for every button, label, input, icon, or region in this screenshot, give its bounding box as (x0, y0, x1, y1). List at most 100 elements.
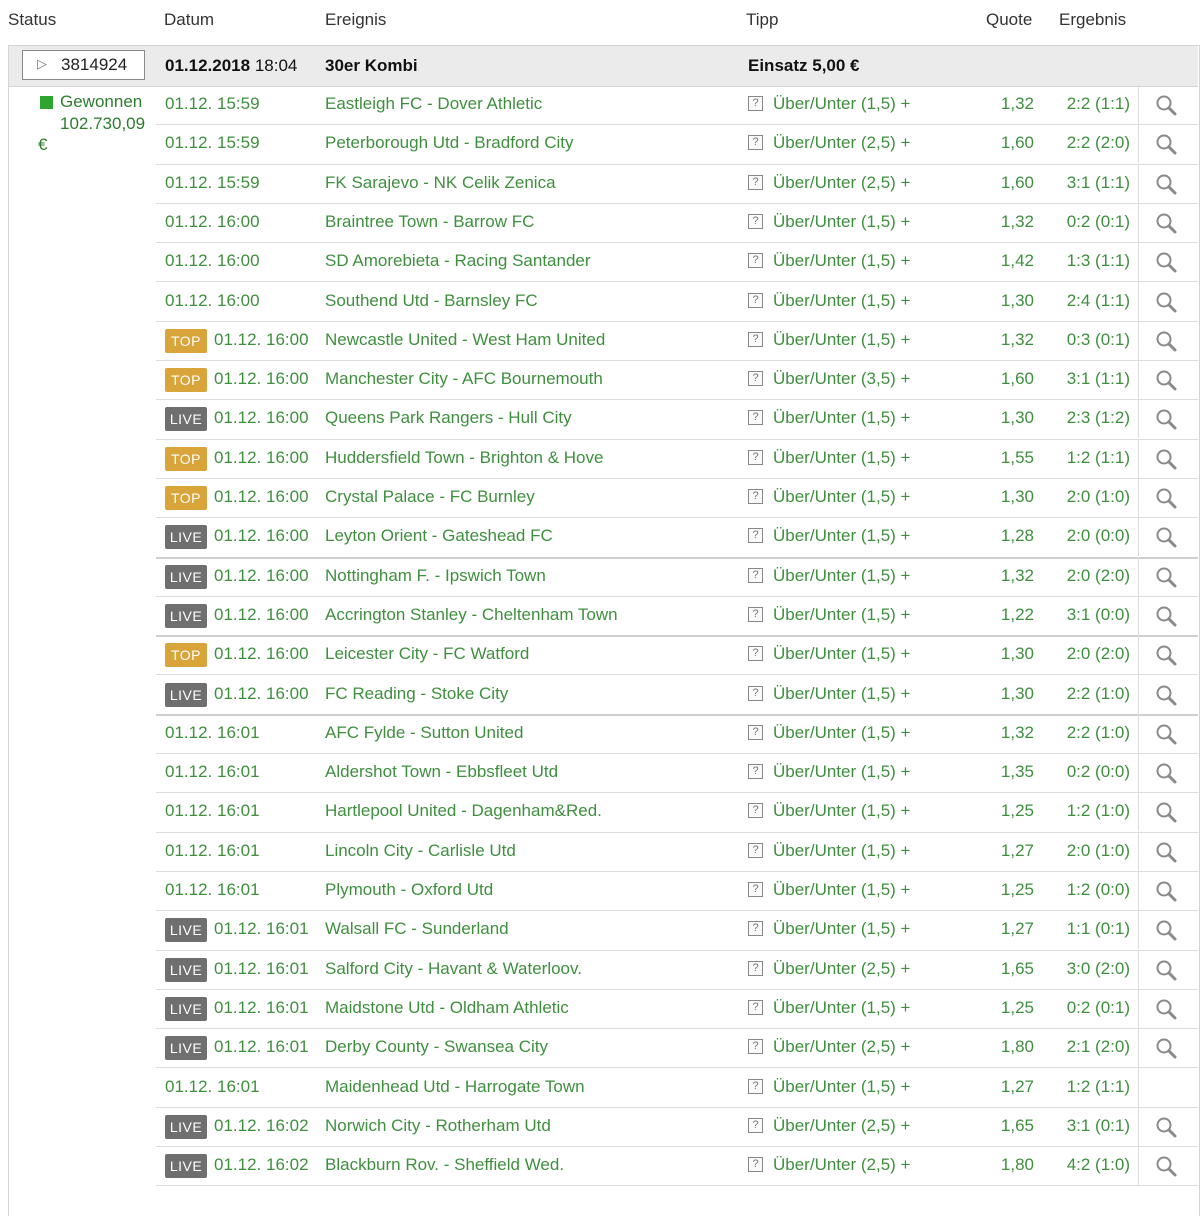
search-icon[interactable] (1154, 800, 1178, 824)
search-icon[interactable] (1154, 840, 1178, 864)
row-event[interactable]: Plymouth - Oxford Utd (325, 880, 493, 900)
search-icon[interactable] (1154, 604, 1178, 628)
search-icon[interactable] (1154, 918, 1178, 942)
table-row[interactable]: LIVE 01.12. 16:00 Accrington Stanley - Che… (156, 595, 1198, 638)
help-icon[interactable]: ? (748, 410, 763, 426)
header-status[interactable]: Status (8, 10, 56, 30)
search-icon[interactable] (1154, 407, 1178, 431)
table-row[interactable]: 01.12. 16:01 Aldershot Town - Ebbsfleet U… (156, 753, 1198, 794)
table-row[interactable]: 01.12. 16:00 SD Amorebieta - Racing Santa… (156, 242, 1198, 283)
help-icon[interactable]: ? (748, 371, 763, 387)
table-row[interactable]: LIVE 01.12. 16:02 Norwich City - Rotherham… (156, 1106, 1198, 1148)
help-icon[interactable]: ? (748, 960, 763, 976)
search-icon[interactable] (1154, 643, 1178, 667)
table-row[interactable]: 01.12. 16:01 AFC Fylde - Sutton United? Üb… (156, 713, 1198, 755)
search-icon[interactable] (1154, 486, 1178, 510)
help-icon[interactable]: ? (748, 292, 763, 308)
row-event[interactable]: Peterborough Utd - Bradford City (325, 133, 574, 153)
table-row[interactable]: LIVE 01.12. 16:02 Blackburn Rov. - Sheffie… (156, 1146, 1198, 1187)
help-icon[interactable]: ? (748, 724, 763, 740)
help-icon[interactable]: ? (748, 921, 763, 937)
table-row[interactable]: TOP 01.12. 16:00 Crystal Palace - FC Burnl… (156, 478, 1198, 519)
search-icon[interactable] (1154, 172, 1178, 196)
help-icon[interactable]: ? (748, 96, 763, 111)
help-icon[interactable]: ? (748, 213, 763, 229)
row-event[interactable]: AFC Fylde - Sutton United (325, 723, 523, 743)
row-event[interactable]: FC Reading - Stoke City (325, 684, 508, 704)
help-icon[interactable]: ? (748, 567, 763, 583)
header-tipp[interactable]: Tipp (746, 10, 778, 30)
row-event[interactable]: Nottingham F. - Ipswich Town (325, 566, 546, 586)
row-event[interactable]: Derby County - Swansea City (325, 1037, 548, 1057)
search-icon[interactable] (1154, 132, 1178, 156)
table-row[interactable]: 01.12. 16:01 Hartlepool United - Dagenham… (156, 792, 1198, 833)
help-icon[interactable]: ? (748, 999, 763, 1015)
row-event[interactable]: Leicester City - FC Watford (325, 644, 529, 664)
help-icon[interactable]: ? (748, 1039, 763, 1055)
table-row[interactable]: 01.12. 16:01 Maidenhead Utd - Harrogate T… (156, 1067, 1198, 1108)
table-row[interactable]: LIVE 01.12. 16:01 Derby County - Swansea C… (156, 1028, 1198, 1069)
help-icon[interactable]: ? (748, 685, 763, 701)
search-icon[interactable] (1154, 1036, 1178, 1060)
table-row[interactable]: LIVE 01.12. 16:01 Salford City - Havant & … (156, 949, 1198, 990)
search-icon[interactable] (1154, 761, 1178, 785)
table-row[interactable]: 01.12. 15:59 Peterborough Utd - Bradford … (156, 124, 1198, 165)
help-icon[interactable]: ? (748, 842, 763, 858)
table-row[interactable]: LIVE 01.12. 16:00 Nottingham F. - Ipswich … (156, 556, 1198, 597)
search-icon[interactable] (1154, 329, 1178, 353)
row-event[interactable]: Manchester City - AFC Bournemouth (325, 369, 603, 389)
row-event[interactable]: Newcastle United - West Ham United (325, 330, 605, 350)
table-row[interactable]: LIVE 01.12. 16:01 Maidstone Utd - Oldham A… (156, 988, 1198, 1030)
search-icon[interactable] (1154, 958, 1178, 982)
help-icon[interactable]: ? (748, 1157, 763, 1173)
help-icon[interactable]: ? (748, 528, 763, 544)
help-icon[interactable]: ? (748, 253, 763, 269)
row-event[interactable]: Maidstone Utd - Oldham Athletic (325, 998, 569, 1018)
table-row[interactable]: 01.12. 16:00 Southend Utd - Barnsley FC? Ü… (156, 281, 1198, 322)
search-icon[interactable] (1154, 722, 1178, 746)
row-event[interactable]: Lincoln City - Carlisle Utd (325, 841, 516, 861)
help-icon[interactable]: ? (748, 764, 763, 780)
row-event[interactable]: Aldershot Town - Ebbsfleet Utd (325, 762, 558, 782)
search-icon[interactable] (1154, 250, 1178, 274)
bet-id-button[interactable]: ▷ 3814924 (22, 50, 145, 80)
row-event[interactable]: Eastleigh FC - Dover Athletic (325, 94, 542, 114)
help-icon[interactable]: ? (748, 1078, 763, 1094)
header-quote[interactable]: Quote (986, 10, 1032, 30)
row-event[interactable]: Queens Park Rangers - Hull City (325, 408, 572, 428)
search-icon[interactable] (1154, 93, 1178, 117)
table-row[interactable]: 01.12. 16:01 Lincoln City - Carlisle Utd?… (156, 831, 1198, 872)
row-event[interactable]: SD Amorebieta - Racing Santander (325, 251, 591, 271)
row-event[interactable]: Salford City - Havant & Waterloov. (325, 959, 582, 979)
search-icon[interactable] (1154, 290, 1178, 314)
table-row[interactable]: LIVE 01.12. 16:01 Walsall FC - Sunderland?… (156, 910, 1198, 951)
row-event[interactable]: Huddersfield Town - Brighton & Hove (325, 448, 603, 468)
table-row[interactable]: TOP 01.12. 16:00 Huddersfield Town - Brigh… (156, 438, 1198, 479)
row-event[interactable]: Crystal Palace - FC Burnley (325, 487, 535, 507)
table-row[interactable]: TOP 01.12. 16:00 Newcastle United - West H… (156, 320, 1198, 362)
search-icon[interactable] (1154, 997, 1178, 1021)
header-ereignis[interactable]: Ereignis (325, 10, 386, 30)
bet-summary-row[interactable]: ▷ 3814924 01.12.2018 18:04 30er Kombi Ei… (9, 46, 1198, 87)
help-icon[interactable]: ? (748, 606, 763, 622)
table-row[interactable]: 01.12. 16:00 Braintree Town - Barrow FC? Ü… (156, 202, 1198, 244)
header-datum[interactable]: Datum (164, 10, 214, 30)
search-icon[interactable] (1154, 447, 1178, 471)
table-row[interactable]: TOP 01.12. 16:00 Manchester City - AFC Bou… (156, 360, 1198, 401)
row-event[interactable]: Norwich City - Rotherham Utd (325, 1116, 551, 1136)
search-icon[interactable] (1154, 368, 1178, 392)
help-icon[interactable]: ? (748, 882, 763, 897)
row-event[interactable]: Maidenhead Utd - Harrogate Town (325, 1077, 585, 1097)
header-ergebnis[interactable]: Ergebnis (1059, 10, 1126, 30)
help-icon[interactable]: ? (748, 174, 763, 190)
search-icon[interactable] (1154, 1115, 1178, 1139)
table-row[interactable]: LIVE 01.12. 16:00 Leyton Orient - Gateshea… (156, 517, 1198, 559)
help-icon[interactable]: ? (748, 135, 763, 151)
help-icon[interactable]: ? (748, 331, 763, 347)
table-row[interactable]: TOP 01.12. 16:00 Leicester City - FC Watfo… (156, 635, 1198, 676)
table-row[interactable]: LIVE 01.12. 16:00 FC Reading - Stoke City?… (156, 674, 1198, 716)
row-event[interactable]: Walsall FC - Sunderland (325, 919, 509, 939)
help-icon[interactable]: ? (748, 646, 763, 662)
search-icon[interactable] (1154, 879, 1178, 903)
row-event[interactable]: Blackburn Rov. - Sheffield Wed. (325, 1155, 564, 1175)
